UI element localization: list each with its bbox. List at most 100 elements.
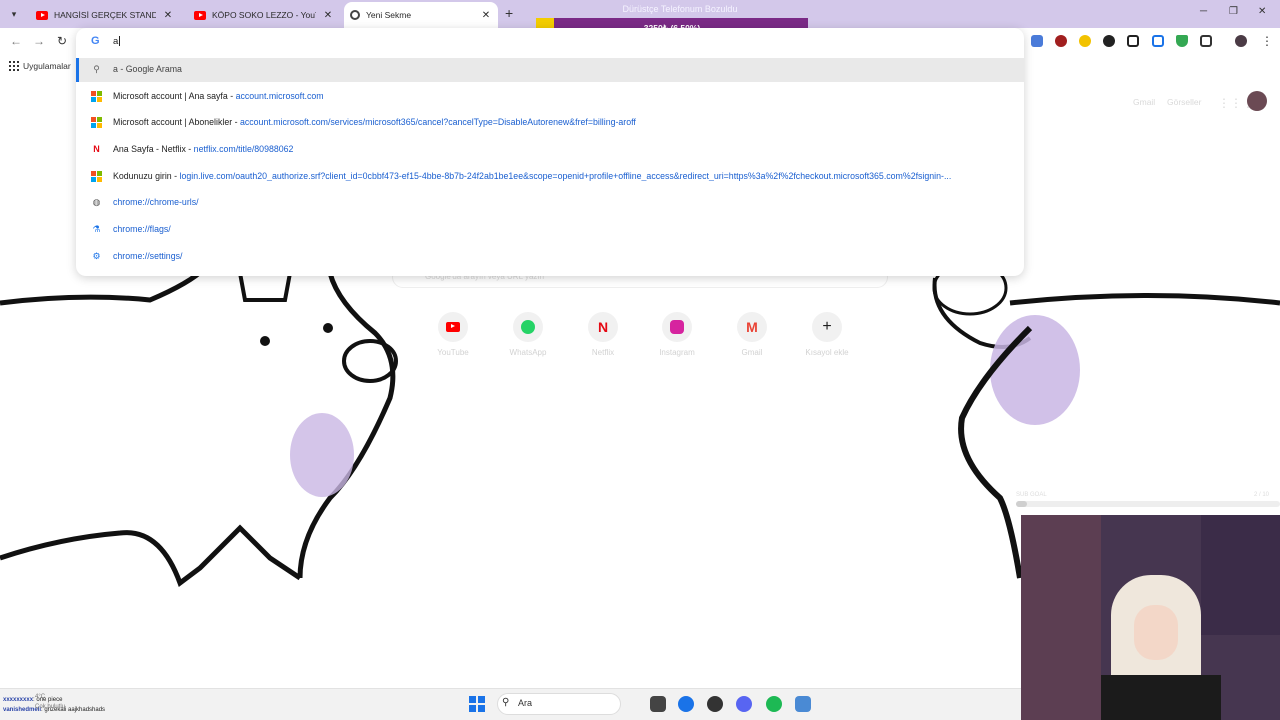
reload-icon[interactable]: ↻ — [57, 34, 67, 48]
suggestion-text: Ana Sayfa - Netflix - netflix.com/title/… — [113, 144, 294, 154]
netflix-icon: N — [93, 144, 100, 154]
netflix-icon: N — [588, 312, 618, 342]
shortcut-label: Netflix — [591, 348, 615, 357]
search-icon: ⚲ — [502, 697, 510, 708]
suggestion-login-live[interactable]: Kodunuzu girin - login.live.com/oauth20_… — [76, 165, 1024, 189]
suggestion-text: a - Google Arama — [113, 64, 182, 74]
restore-icon[interactable]: ❐ — [1229, 6, 1238, 17]
screenshot-extension-icon[interactable] — [1127, 35, 1139, 47]
shortcut-label: Instagram — [659, 348, 695, 357]
plus-icon: + — [812, 312, 842, 342]
sub-goal-fill — [1016, 501, 1027, 507]
tab-title: KÖPO SOKO LEZZO - YouTube — [212, 10, 316, 20]
tab-standup[interactable]: HANGİSİ GERÇEK STAND-UP K ✕ — [30, 2, 180, 28]
close-icon[interactable]: ✕ — [162, 10, 174, 21]
webcam-feed — [1021, 515, 1280, 720]
close-icon[interactable]: ✕ — [322, 10, 334, 21]
shortcut-instagram[interactable]: Instagram — [647, 312, 707, 357]
shortcut-whatsapp[interactable]: WhatsApp — [498, 312, 558, 357]
extension-icon[interactable] — [1055, 35, 1067, 47]
suggestion-chrome-urls[interactable]: ◍ chrome://chrome-urls/ — [76, 191, 1024, 215]
extension-icon[interactable] — [1152, 35, 1164, 47]
chat-message: xxxxxxxxx: one piece — [3, 697, 63, 703]
suggestion-chrome-settings[interactable]: ⚙ chrome://settings/ — [76, 245, 1024, 269]
text-cursor — [119, 36, 121, 47]
sub-goal-bar — [1016, 501, 1280, 507]
shortcut-add[interactable]: + Kısayol ekle — [797, 312, 857, 357]
microsoft-icon — [91, 117, 102, 128]
settings-icon: ⚙ — [92, 251, 101, 261]
menu-dots-icon[interactable]: ⋮ — [1261, 34, 1273, 48]
shield-extension-icon[interactable] — [1176, 35, 1188, 47]
apps-grid-icon[interactable] — [9, 61, 19, 71]
suggestion-text: chrome://flags/ — [113, 224, 171, 234]
microsoft-icon — [91, 171, 102, 182]
back-arrow-icon[interactable]: ← — [10, 34, 22, 48]
tab-new-tab[interactable]: Yeni Sekme ✕ — [344, 2, 498, 28]
whatsapp-icon — [513, 312, 543, 342]
shortcut-netflix[interactable]: N Netflix — [573, 312, 633, 357]
bookmark-apps[interactable]: Uygulamalar — [23, 61, 71, 71]
shortcut-label: Kısayol ekle — [805, 348, 849, 357]
forward-arrow-icon[interactable]: → — [33, 34, 45, 48]
youtube-icon — [438, 312, 468, 342]
profile-avatar[interactable] — [1247, 91, 1267, 111]
sub-goal-count: 2 / 10 — [1254, 492, 1270, 498]
suggestion-text: chrome://chrome-urls/ — [113, 197, 199, 207]
suggestion-microsoft-subscriptions[interactable]: Microsoft account | Abonelikler - accoun… — [76, 111, 1024, 135]
images-link[interactable]: Görseller — [1167, 97, 1201, 107]
suggestion-text: Kodunuzu girin - login.live.com/oauth20_… — [113, 171, 952, 181]
gmail-link[interactable]: Gmail — [1133, 97, 1155, 107]
omnibox-input[interactable] — [76, 30, 1024, 54]
gmail-icon: M — [737, 312, 767, 342]
sub-goal-label: SUB GOAL — [1016, 492, 1047, 498]
shortcut-youtube[interactable]: YouTube — [423, 312, 483, 357]
notepad-taskbar-icon[interactable] — [795, 696, 811, 712]
obs-taskbar-icon[interactable] — [707, 696, 723, 712]
minimize-icon[interactable]: ─ — [1200, 6, 1207, 17]
shortcut-gmail[interactable]: M Gmail — [722, 312, 782, 357]
suggestion-text: chrome://settings/ — [113, 251, 183, 261]
chrome-taskbar-icon[interactable] — [678, 696, 694, 712]
google-g-icon: G — [91, 35, 100, 47]
tab-kopo-soko[interactable]: KÖPO SOKO LEZZO - YouTube ✕ — [188, 2, 340, 28]
suggestion-text: Microsoft account | Ana sayfa - account.… — [113, 91, 324, 101]
weather-temp[interactable]: 4°C — [35, 694, 45, 700]
task-view-icon[interactable] — [650, 696, 666, 712]
youtube-icon — [194, 10, 206, 20]
globe-icon: ◍ — [92, 197, 101, 207]
instagram-icon — [662, 312, 692, 342]
taskbar-search-label: Ara — [518, 698, 533, 708]
omnibox-typed-text: a — [113, 36, 121, 47]
suggestion-google-search[interactable]: ⚲ a - Google Arama — [76, 58, 1024, 82]
weather-desc: Çok bulutlu — [35, 704, 66, 710]
suggestion-microsoft-account-home[interactable]: Microsoft account | Ana sayfa - account.… — [76, 85, 1024, 109]
donation-goal-title: Dürüstçe Telefonum Bozuldu — [622, 4, 738, 14]
flask-icon: ⚗ — [92, 224, 101, 234]
puzzle-extensions-icon[interactable] — [1200, 35, 1212, 47]
taskbar-search[interactable] — [497, 693, 621, 715]
extension-icon[interactable] — [1079, 35, 1091, 47]
close-icon[interactable]: ✕ — [480, 10, 492, 21]
window-close-icon[interactable]: ✕ — [1258, 6, 1266, 17]
shortcut-label: WhatsApp — [509, 348, 547, 357]
tab-title: HANGİSİ GERÇEK STAND-UP K — [54, 10, 156, 20]
extension-icon[interactable] — [1103, 35, 1115, 47]
new-tab-plus-icon[interactable]: + — [505, 5, 513, 21]
youtube-icon — [36, 10, 48, 20]
microsoft-icon — [91, 91, 102, 102]
suggestion-netflix[interactable]: N Ana Sayfa - Netflix - netflix.com/titl… — [76, 138, 1024, 162]
translate-extension-icon[interactable] — [1031, 35, 1043, 47]
suggestion-chrome-flags[interactable]: ⚗ chrome://flags/ — [76, 218, 1024, 242]
profile-avatar[interactable] — [1235, 35, 1247, 47]
spotify-taskbar-icon[interactable] — [766, 696, 782, 712]
search-icon: ⚲ — [93, 64, 100, 74]
windows-start-icon[interactable] — [469, 696, 485, 712]
suggestion-text: Microsoft account | Abonelikler - accoun… — [113, 117, 636, 127]
discord-taskbar-icon[interactable] — [736, 696, 752, 712]
shortcut-label: Gmail — [741, 348, 763, 357]
shortcut-label: YouTube — [437, 348, 469, 357]
chrome-icon — [350, 10, 360, 20]
tab-title: Yeni Sekme — [366, 10, 412, 20]
tab-search-chevron-icon[interactable]: ▾ — [6, 6, 22, 22]
